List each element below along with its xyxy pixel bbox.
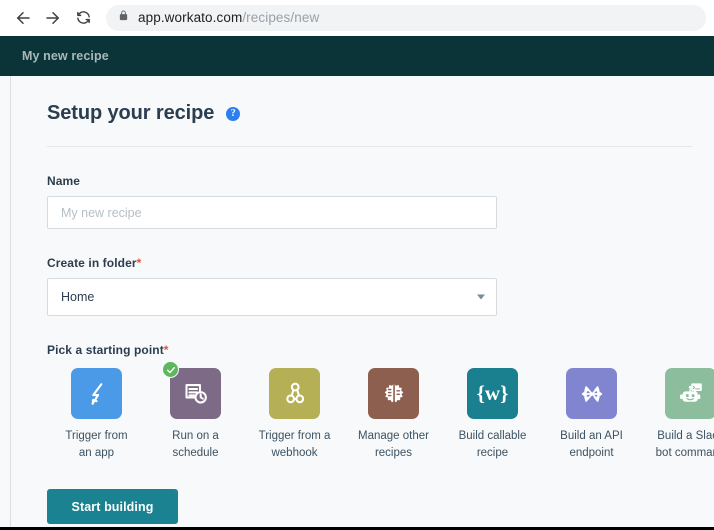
card-label-line1: Manage other (358, 430, 429, 442)
page-title-row: Setup your recipe ? (47, 102, 714, 125)
name-input[interactable] (47, 196, 497, 229)
card-label-line1: Build a Slack (657, 430, 714, 442)
reload-icon (75, 9, 92, 26)
folder-select-wrap: Home (47, 278, 497, 316)
selected-check-icon (162, 361, 179, 378)
card-build-a-slack-bot-command[interactable]: Build a Slack bot command (641, 368, 714, 461)
lightning-bolt-icon (84, 381, 110, 407)
forward-button[interactable] (40, 5, 66, 31)
card-label: Run on a schedule (172, 428, 219, 461)
folder-label-text: Create in folder (47, 256, 137, 270)
card-label-line2: recipe (476, 446, 509, 459)
back-button[interactable] (10, 5, 36, 31)
folder-field-group: Create in folder* Home (47, 256, 714, 316)
slack-bot-icon (677, 380, 705, 408)
card-tile[interactable] (665, 368, 714, 419)
card-label-line2: an app (78, 446, 115, 459)
app-topbar: My new recipe (0, 36, 714, 76)
url-host: app.workato.com (138, 10, 243, 25)
chevron-down-icon[interactable] (477, 294, 485, 300)
page-body: Setup your recipe ? Name Create in folde… (0, 76, 714, 530)
card-run-on-a-schedule[interactable]: Run on a schedule (146, 361, 245, 461)
starting-point-cards: Trigger from an app Run on a schedule Tr… (47, 361, 714, 461)
card-label-line1: Build an API (560, 430, 623, 442)
recipe-title: My new recipe (22, 49, 109, 63)
card-tile[interactable] (269, 368, 320, 419)
starting-point-group: Pick a starting point* Trigger from an a… (47, 343, 714, 461)
folder-label: Create in folder* (47, 256, 714, 270)
starting-point-required-marker: * (163, 343, 169, 357)
page-title: Setup your recipe (47, 102, 215, 124)
card-label-line2: endpoint (569, 446, 614, 459)
url-text: app.workato.com/recipes/new (138, 10, 319, 25)
card-label-line2: recipes (374, 446, 413, 459)
card-label: Trigger from a webhook (259, 428, 331, 461)
url-path: /recipes/new (242, 10, 320, 25)
card-trigger-from-a-webhook[interactable]: Trigger from a webhook (245, 368, 344, 461)
card-tile[interactable] (368, 368, 419, 419)
card-label-line2: webhook (271, 446, 318, 459)
setup-form: Setup your recipe ? Name Create in folde… (11, 76, 714, 530)
card-label-line2: schedule (172, 446, 219, 459)
card-label-line1: Run on a (172, 430, 219, 442)
card-label: Trigger from an app (65, 428, 127, 461)
card-label-line2: bot command (655, 446, 714, 459)
left-rail (0, 76, 11, 530)
help-icon[interactable]: ? (226, 106, 241, 121)
folder-select-value: Home (61, 290, 95, 304)
card-label-line1: Trigger from (65, 430, 128, 442)
card-label: Build a Slack bot command (656, 428, 714, 461)
card-label: Manage other recipes (358, 428, 429, 461)
webhook-icon (282, 381, 308, 407)
card-label: Build callable recipe (459, 428, 527, 461)
card-tile[interactable]: {w} (467, 368, 518, 419)
starting-point-label: Pick a starting point* (47, 343, 714, 357)
arrow-right-icon (44, 9, 62, 27)
folder-required-marker: * (136, 256, 142, 270)
name-field-group: Name (47, 174, 714, 229)
address-bar[interactable]: app.workato.com/recipes/new (106, 4, 706, 31)
card-manage-other-recipes[interactable]: Manage other recipes (344, 368, 443, 461)
browser-toolbar: app.workato.com/recipes/new (0, 0, 714, 36)
card-tile[interactable] (71, 368, 122, 419)
arrow-left-icon (14, 9, 32, 27)
divider (47, 146, 692, 147)
name-label: Name (47, 174, 81, 188)
folder-select[interactable]: Home (47, 278, 497, 316)
start-building-button[interactable]: Start building (47, 489, 178, 525)
document-clock-icon (182, 380, 209, 407)
card-label-line1: Trigger from a (258, 430, 331, 442)
card-trigger-from-an-app[interactable]: Trigger from an app (47, 368, 146, 461)
workato-braces-icon: {w} (476, 381, 509, 405)
card-label: Build an API endpoint (560, 428, 623, 461)
card-build-callable-recipe[interactable]: {w} Build callable recipe (443, 368, 542, 461)
starting-point-label-text: Pick a starting point (47, 343, 164, 357)
card-tile[interactable] (162, 361, 221, 419)
gear-recipes-icon (381, 381, 407, 407)
card-label-line1: Build callable (458, 430, 527, 442)
card-build-an-api-endpoint[interactable]: Build an API endpoint (542, 368, 641, 461)
api-endpoint-icon (579, 381, 605, 407)
reload-button[interactable] (70, 5, 96, 31)
card-tile[interactable] (566, 368, 617, 419)
lock-icon (118, 9, 129, 27)
